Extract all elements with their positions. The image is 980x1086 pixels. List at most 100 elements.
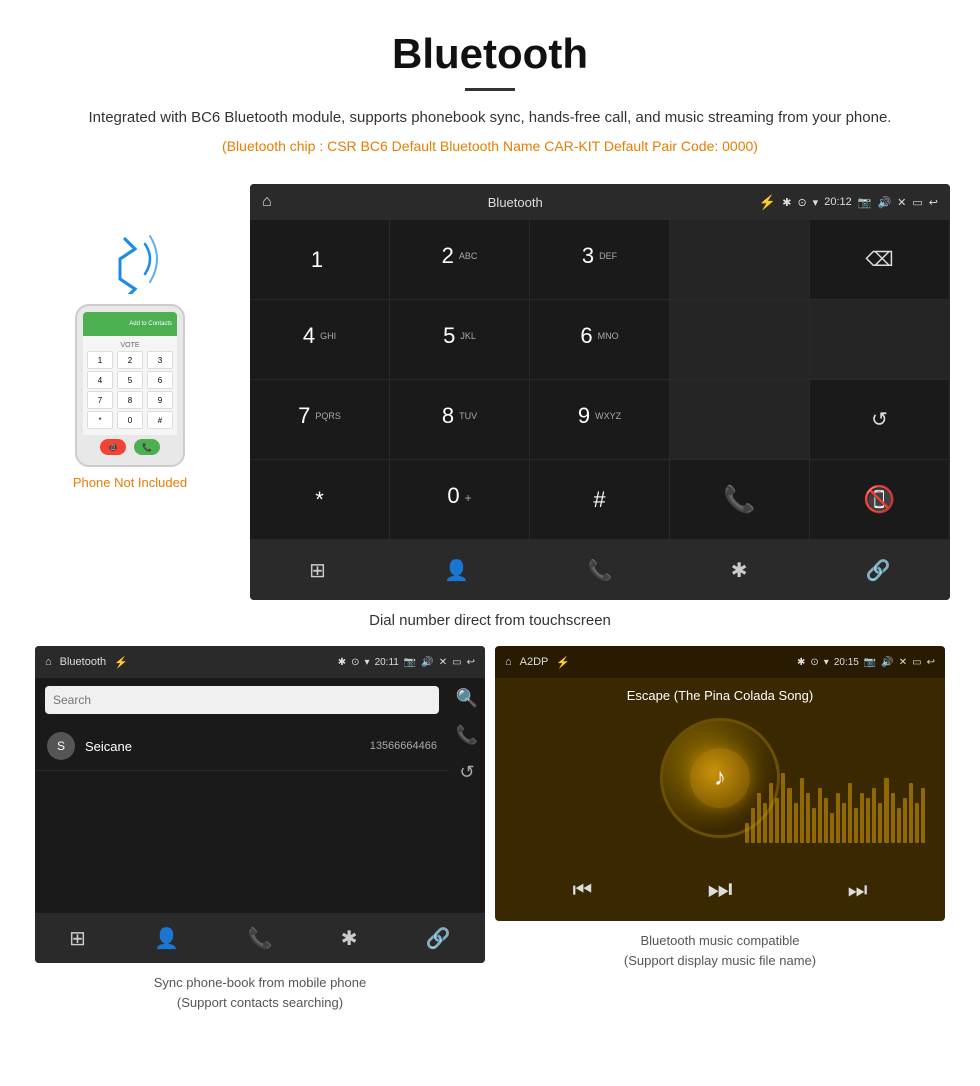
tech-specs: (Bluetooth chip : CSR BC6 Default Blueto… <box>60 138 920 154</box>
page-title: Bluetooth <box>60 30 920 78</box>
visualizer-bar-17 <box>848 783 852 843</box>
pb-loc-icon: ⊙ <box>351 657 359 668</box>
ms-vol-icon: 🔊 <box>881 657 893 668</box>
dial-key-8[interactable]: 8TUV <box>390 380 530 460</box>
pb-content-area: S Seicane 13566664466 🔍 📞 ↺ <box>35 678 485 793</box>
pb-side-phone-icon[interactable]: 📞 <box>456 725 478 746</box>
nav-grid-icon[interactable]: ⊞ <box>309 558 326 583</box>
dial-backspace-key[interactable]: ⌫ <box>810 220 950 300</box>
pb-side-search-icon[interactable]: 🔍 <box>456 688 478 709</box>
pb-nav-phone[interactable]: 📞 <box>248 926 273 951</box>
visualizer-bar-4 <box>769 783 773 843</box>
phone-screen: VOTE 1 2 3 4 5 6 7 8 9 * 0 <box>83 336 177 435</box>
pb-status-right: ✱ ⊙ ▾ 20:11 📷 🔊 ✕ ▭ ↩ <box>338 657 475 668</box>
location-icon: ⊙ <box>797 196 806 209</box>
ms-close-icon[interactable]: ✕ <box>899 657 907 668</box>
dial-key-6[interactable]: 6MNO <box>530 300 670 380</box>
pb-nav-person[interactable]: 👤 <box>154 926 179 951</box>
visualizer-bar-19 <box>860 793 864 843</box>
ms-prev-button[interactable]: ⏮ <box>573 877 593 903</box>
pb-status-bar: ⌂ Bluetooth ⚡ ✱ ⊙ ▾ 20:11 📷 🔊 ✕ ▭ ↩ <box>35 646 485 678</box>
dial-status-right: ⚡ ✱ ⊙ ▾ 20:12 📷 🔊 ✕ ▭ ↩ <box>759 194 938 211</box>
ms-status-bar: ⌂ A2DP ⚡ ✱ ⊙ ▾ 20:15 📷 🔊 ✕ ▭ ↩ <box>495 646 945 678</box>
pb-back-icon[interactable]: ↩ <box>467 657 475 668</box>
pb-nav-link[interactable]: 🔗 <box>426 926 451 951</box>
pb-bt-icon: ✱ <box>338 657 346 668</box>
dial-end-call-button[interactable]: 📵 <box>810 460 950 540</box>
ms-home-icon[interactable]: ⌂ <box>505 656 512 668</box>
phone-key-4: 4 <box>87 371 113 389</box>
music-caption-line2: (Support display music file name) <box>624 953 816 968</box>
ms-back-icon[interactable]: ↩ <box>927 657 935 668</box>
back-icon[interactable]: ↩ <box>929 196 938 209</box>
description-text: Integrated with BC6 Bluetooth module, su… <box>60 106 920 130</box>
visualizer-bar-12 <box>818 788 822 843</box>
phone-dial-row-4: * 0 # <box>87 411 173 429</box>
phonebook-caption-line1: Sync phone-book from mobile phone <box>154 975 366 990</box>
ms-usb-icon: ⚡ <box>556 656 570 669</box>
home-icon[interactable]: ⌂ <box>262 193 272 211</box>
time-display: 20:12 <box>824 196 852 208</box>
nav-person-icon[interactable]: 👤 <box>444 558 469 583</box>
dial-status-title: Bluetooth <box>488 195 543 210</box>
dial-key-0[interactable]: 0+ <box>390 460 530 540</box>
phonebook-caption-line2: (Support contacts searching) <box>177 995 343 1010</box>
dial-call-button[interactable]: 📞 <box>670 460 810 540</box>
pb-side-icons: 🔍 📞 ↺ <box>449 678 485 793</box>
bluetooth-signal-icon <box>30 224 230 299</box>
pb-side-refresh-icon[interactable]: ↺ <box>459 762 474 783</box>
pb-cam-icon: 📷 <box>404 657 416 668</box>
dial-key-4[interactable]: 4GHI <box>250 300 390 380</box>
dial-key-empty-1 <box>670 220 810 300</box>
header-section: Bluetooth Integrated with BC6 Bluetooth … <box>0 0 980 184</box>
dial-key-2[interactable]: 2ABC <box>390 220 530 300</box>
pb-contact-row[interactable]: S Seicane 13566664466 <box>35 722 449 771</box>
contact-avatar: S <box>47 732 75 760</box>
dial-refresh-key[interactable]: ↺ <box>810 380 950 460</box>
pb-nav-grid[interactable]: ⊞ <box>69 926 86 951</box>
ms-time: 20:15 <box>834 657 859 668</box>
phone-not-included-label: Phone Not Included <box>30 475 230 490</box>
phone-dial-row-2: 4 5 6 <box>87 371 173 389</box>
dial-key-empty-2 <box>670 300 810 380</box>
nav-bt-icon[interactable]: ✱ <box>731 558 748 583</box>
visualizer-bar-26 <box>903 798 907 843</box>
pb-usb-icon: ⚡ <box>114 656 128 669</box>
close-icon[interactable]: ✕ <box>897 196 906 209</box>
ms-status-right: ✱ ⊙ ▾ 20:15 📷 🔊 ✕ ▭ ↩ <box>797 657 935 668</box>
phone-key-0: 0 <box>117 411 143 429</box>
ms-song-title: Escape (The Pina Colada Song) <box>495 678 945 708</box>
visualizer-bar-7 <box>787 788 791 843</box>
phone-call-btn: 📞 <box>134 439 160 455</box>
dial-key-9[interactable]: 9WXYZ <box>530 380 670 460</box>
pb-search-input[interactable] <box>45 686 439 714</box>
title-divider <box>465 88 515 91</box>
phone-call-buttons: 📵 📞 <box>83 435 177 459</box>
pb-empty-space <box>35 793 485 913</box>
dial-key-5[interactable]: 5JKL <box>390 300 530 380</box>
ms-next-button[interactable]: ⏭ <box>848 877 868 903</box>
visualizer-bar-16 <box>842 803 846 843</box>
ms-play-pause-button[interactable]: ⏭ <box>707 873 732 906</box>
phone-key-9: 9 <box>147 391 173 409</box>
dial-key-hash[interactable]: # <box>530 460 670 540</box>
visualizer-bar-14 <box>830 813 834 843</box>
pb-close-icon[interactable]: ✕ <box>439 657 447 668</box>
pb-nav-bt[interactable]: ✱ <box>341 926 358 951</box>
dial-key-3[interactable]: 3DEF <box>530 220 670 300</box>
dial-key-7[interactable]: 7PQRS <box>250 380 390 460</box>
dial-key-1[interactable]: 1 <box>250 220 390 300</box>
dial-key-star[interactable]: * <box>250 460 390 540</box>
nav-link-icon[interactable]: 🔗 <box>866 558 891 583</box>
visualizer-bar-25 <box>897 808 901 843</box>
visualizer-bar-27 <box>909 783 913 843</box>
visualizer-bar-20 <box>866 798 870 843</box>
nav-phone-icon[interactable]: 📞 <box>588 558 613 583</box>
ms-album-area: ♪ <box>495 708 945 848</box>
pb-home-icon[interactable]: ⌂ <box>45 656 52 668</box>
visualizer-bar-22 <box>878 803 882 843</box>
phone-key-3: 3 <box>147 351 173 369</box>
add-contacts-label: Add to Contacts <box>129 321 172 327</box>
contact-name: Seicane <box>85 739 360 754</box>
ms-loc-icon: ⊙ <box>810 657 818 668</box>
